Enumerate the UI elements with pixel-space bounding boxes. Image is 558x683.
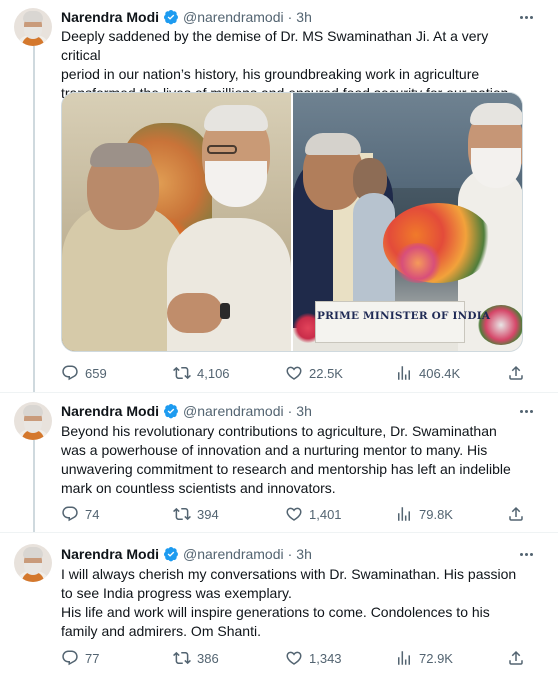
reply-icon <box>62 506 78 522</box>
timestamp[interactable]: 3h <box>296 403 312 419</box>
retweet-button[interactable]: 386 <box>173 648 219 668</box>
tweet-text-line: His life and work will inspire generatio… <box>61 604 490 620</box>
reply-button[interactable]: 77 <box>61 648 99 668</box>
reply-button[interactable]: 74 <box>61 504 99 524</box>
share-icon <box>509 650 523 665</box>
avatar[interactable] <box>14 402 52 440</box>
like-count: 1,343 <box>309 650 342 666</box>
tweet-text-line: was a powerhouse of innovation and a nur… <box>61 442 488 458</box>
tweet-media[interactable]: PRIME MINISTER OF INDIA <box>61 92 523 352</box>
tweet-actions: 74 394 1,401 79.8K <box>61 504 531 524</box>
like-button[interactable]: 22.5K <box>285 363 343 383</box>
views-count: 406.4K <box>419 365 461 381</box>
views-count: 72.9K <box>419 650 453 666</box>
reply-count: 659 <box>85 365 107 381</box>
share-button[interactable] <box>507 648 525 668</box>
views-button[interactable]: 72.9K <box>395 648 453 668</box>
sign-text: PRIME MINISTER OF INDIA <box>317 310 491 322</box>
tweet-text: I will always cherish my conversations w… <box>61 565 531 641</box>
views-count: 79.8K <box>419 506 453 522</box>
retweet-count: 386 <box>197 650 219 666</box>
author-handle[interactable]: @narendramodi <box>183 403 284 419</box>
more-options-icon[interactable] <box>516 401 536 421</box>
reply-count: 77 <box>85 650 100 666</box>
separator-dot: · <box>287 9 293 25</box>
tweet-text-line: to see India progress was exemplary. <box>61 585 292 601</box>
author-name[interactable]: Narendra Modi <box>61 546 159 562</box>
tweet-header: Narendra Modi @narendramodi · 3h <box>61 544 312 564</box>
reply-icon <box>62 650 78 666</box>
heart-icon <box>286 366 302 380</box>
views-button[interactable]: 406.4K <box>395 363 460 383</box>
views-icon <box>398 651 410 665</box>
thread-line <box>33 46 35 392</box>
tweet-text-line: I will always cherish my conversations w… <box>61 566 517 582</box>
tweet-text: Beyond his revolutionary contributions t… <box>61 422 531 498</box>
verified-badge-icon <box>164 547 179 562</box>
heart-icon <box>286 651 302 665</box>
like-count: 1,401 <box>309 506 342 522</box>
avatar[interactable] <box>14 544 52 582</box>
retweet-button[interactable]: 394 <box>173 504 219 524</box>
more-options-icon[interactable] <box>516 544 536 564</box>
tweet-actions: 659 4,106 22.5K 406.4K <box>61 363 531 383</box>
reply-button[interactable]: 659 <box>61 363 107 383</box>
author-handle[interactable]: @narendramodi <box>183 9 284 25</box>
tweet-3[interactable]: Narendra Modi @narendramodi · 3h I will … <box>0 532 558 683</box>
thread-line <box>33 438 35 532</box>
retweet-icon <box>173 366 191 380</box>
media-photo-handshake[interactable] <box>62 93 291 351</box>
verified-badge-icon <box>164 10 179 25</box>
like-count: 22.5K <box>309 365 343 381</box>
tweet-text-line: period in our nation’s history, his grou… <box>61 66 480 82</box>
tweet-text-line: Deeply saddened by the demise of Dr. MS … <box>61 28 489 63</box>
avatar[interactable] <box>14 8 52 46</box>
tweet-text-line: mark on countless scientists and innovat… <box>61 480 336 496</box>
share-button[interactable] <box>507 363 525 383</box>
views-icon <box>398 366 410 380</box>
separator-dot: · <box>287 403 293 419</box>
author-handle[interactable]: @narendramodi <box>183 546 284 562</box>
reply-icon <box>62 365 78 381</box>
author-name[interactable]: Narendra Modi <box>61 9 159 25</box>
share-icon <box>509 506 523 521</box>
tweet-header: Narendra Modi @narendramodi · 3h <box>61 401 312 421</box>
views-button[interactable]: 79.8K <box>395 504 453 524</box>
timestamp[interactable]: 3h <box>296 546 312 562</box>
retweet-icon <box>173 651 191 665</box>
retweet-button[interactable]: 4,106 <box>173 363 230 383</box>
reply-count: 74 <box>85 506 100 522</box>
tweet-actions: 77 386 1,343 72.9K <box>61 648 531 668</box>
share-button[interactable] <box>507 504 525 524</box>
tweet-text-line: unwavering commitment to research and me… <box>61 461 511 477</box>
verified-badge-icon <box>164 404 179 419</box>
retweet-icon <box>173 507 191 521</box>
heart-icon <box>286 507 302 521</box>
tweet-2[interactable]: Narendra Modi @narendramodi · 3h Beyond … <box>0 392 558 532</box>
tweet-text-line: Beyond his revolutionary contributions t… <box>61 423 497 439</box>
author-name[interactable]: Narendra Modi <box>61 403 159 419</box>
timestamp[interactable]: 3h <box>296 9 312 25</box>
views-icon <box>398 507 410 521</box>
like-button[interactable]: 1,343 <box>285 648 342 668</box>
tweet-header: Narendra Modi @narendramodi · 3h <box>61 7 312 27</box>
share-icon <box>509 365 523 380</box>
retweet-count: 394 <box>197 506 219 522</box>
retweet-count: 4,106 <box>197 365 230 381</box>
media-photo-bouquet[interactable]: PRIME MINISTER OF INDIA <box>293 93 522 351</box>
separator-dot: · <box>287 546 293 562</box>
tweet-text-line: family and admirers. Om Shanti. <box>61 623 261 639</box>
like-button[interactable]: 1,401 <box>285 504 342 524</box>
tweet-1[interactable]: Narendra Modi @narendramodi · 3h Deeply … <box>0 0 558 392</box>
more-options-icon[interactable] <box>516 7 536 27</box>
